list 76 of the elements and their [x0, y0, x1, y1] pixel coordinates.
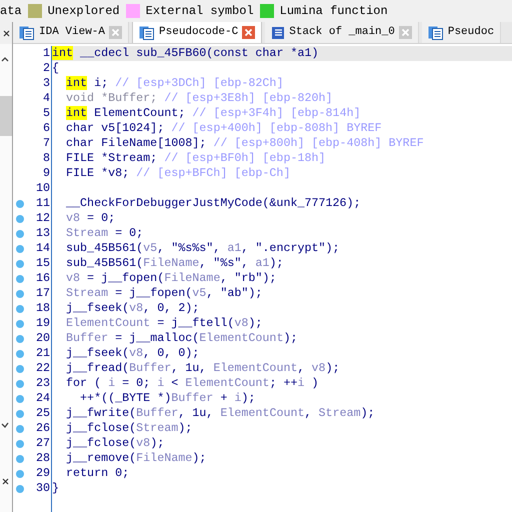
line-number: 26: [34, 421, 51, 436]
code-line: Stream = j__fopen(v5, "ab");: [65, 286, 262, 302]
code-line: return 0;: [65, 466, 130, 482]
line-number: 28: [34, 451, 51, 466]
line-number: 16: [34, 271, 51, 286]
chevron-up-icon[interactable]: [1, 56, 9, 62]
line-number: 21: [34, 346, 51, 362]
legend-label: ata: [0, 3, 22, 20]
code-line: ++*((_BYTE *)Buffer + i);: [79, 391, 256, 406]
document-icon: [428, 26, 444, 40]
line-number: 30: [34, 481, 51, 496]
code-line: }: [52, 481, 60, 496]
code-line: Stream = 0;: [65, 226, 144, 242]
line-number: 22: [34, 361, 51, 376]
line-number: 15: [34, 256, 51, 272]
line-number: 11: [34, 196, 51, 212]
code-line: int __cdecl sub_45FB60(const char *a1): [52, 46, 319, 62]
close-icon[interactable]: [3, 30, 10, 36]
code-line: v8 = 0;: [65, 211, 116, 226]
line-number: 4: [42, 91, 51, 106]
legend-label: Lumina function: [280, 3, 388, 20]
line-number: 20: [34, 331, 51, 346]
code-line: char v5[1024]; // [esp+400h] [ebp-808h] BYREF: [65, 121, 382, 136]
line-number: 3: [42, 76, 51, 92]
line-number: 9: [42, 166, 51, 182]
code-line: char FileName[1008]; // [esp+800h] [ebp-408h] BYREF: [65, 136, 424, 152]
line-number: 18: [34, 301, 51, 316]
document-icon: [139, 26, 156, 40]
line-number: 25: [34, 406, 51, 422]
tab[interactable]: Pseudoc: [422, 22, 502, 43]
code-line: v8 = j__fopen(FileName, "rb");: [65, 271, 276, 286]
line-number: 23: [34, 376, 51, 392]
code-line: void *Buffer; // [esp+3E8h] [ebp-820h]: [65, 91, 333, 106]
line-number: 5: [42, 106, 51, 122]
legend-label: External symbol: [146, 3, 254, 20]
close-icon[interactable]: [2, 478, 9, 485]
line-number: 13: [34, 226, 51, 242]
code-line: sub_45B561(FileName, "%s", a1);: [65, 256, 284, 272]
line-number: 24: [34, 391, 51, 406]
line-number: 2: [42, 61, 51, 76]
tab[interactable]: Pseudocode-C: [132, 22, 262, 43]
code-line: ElementCount = j__ftell(v8);: [65, 316, 262, 332]
line-number: 14: [34, 241, 51, 256]
check-icon: [1, 422, 9, 428]
code-line: FILE *v8; // [esp+BFCh] [ebp-Ch]: [65, 166, 290, 182]
code-line: {: [52, 61, 60, 76]
code-line: j__fclose(v8);: [65, 436, 164, 452]
line-number: 8: [42, 151, 51, 166]
code-line: sub_45B561(v5, "%s%s", a1, ".encrypt");: [65, 241, 340, 256]
line-number: 10: [34, 181, 51, 196]
scrollbar-thumb[interactable]: [0, 96, 12, 136]
code-line: j__fclose(Stream);: [65, 421, 192, 436]
code-line: FILE *Stream; // [esp+BF0h] [ebp-18h]: [65, 151, 326, 166]
code-line: j__fseek(v8, 0, 0);: [65, 346, 200, 362]
tab[interactable]: Stack of _main_0: [265, 22, 419, 43]
line-number: 6: [42, 121, 51, 136]
legend-label: Unexplored: [48, 3, 120, 20]
line-number: 1: [42, 46, 51, 62]
line-number: 17: [34, 286, 51, 302]
code-line: int i; // [esp+3DCh] [ebp-82Ch]: [65, 76, 284, 92]
line-number: 27: [34, 436, 51, 452]
code-line: Buffer = j__malloc(ElementCount);: [65, 331, 298, 346]
code-line: j__fread(Buffer, 1u, ElementCount, v8);: [65, 361, 340, 376]
code-line: j__fseek(v8, 0, 2);: [65, 301, 200, 316]
line-number: 29: [34, 466, 51, 482]
code-line: for ( i = 0; i < ElementCount; ++i ): [65, 376, 319, 392]
line-number: 19: [34, 316, 51, 332]
code-line: j__fwrite(Buffer, 1u, ElementCount, Stream);: [65, 406, 375, 422]
list-icon: [271, 26, 286, 40]
code-line: j__remove(FileName);: [65, 451, 206, 466]
document-icon: [19, 26, 35, 40]
line-number: 7: [42, 136, 51, 152]
tab[interactable]: IDA View-A: [13, 22, 130, 43]
line-number: 12: [34, 211, 51, 226]
code-line: int ElementCount; // [esp+3F4h] [ebp-814h]: [65, 106, 361, 122]
code-line: __CheckForDebuggerJustMyCode(&unk_777126);: [65, 196, 361, 212]
